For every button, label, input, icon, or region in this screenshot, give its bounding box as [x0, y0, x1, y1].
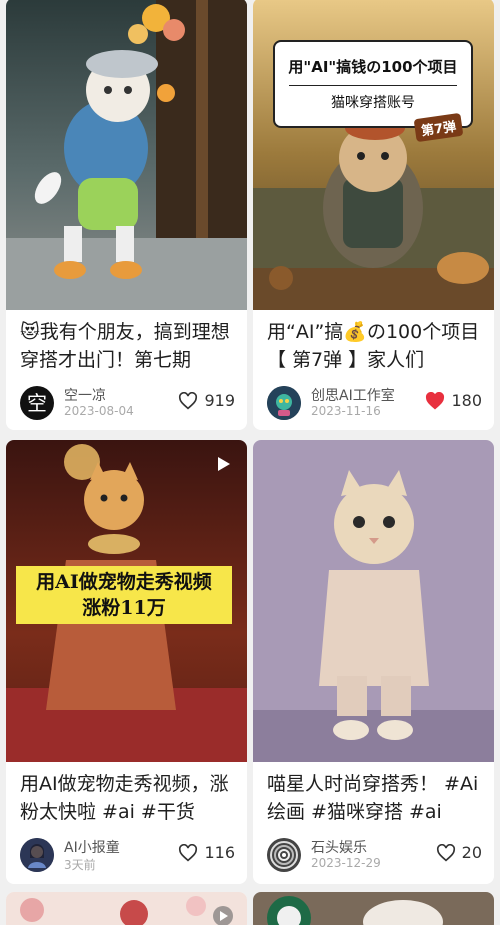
- banner-title: 用AI做宠物走秀视频: [36, 571, 212, 593]
- like-button[interactable]: 116: [178, 843, 235, 862]
- post-date: 3天前: [64, 858, 96, 872]
- heart-outline-icon: [179, 843, 198, 861]
- heart-outline-icon: [436, 843, 455, 861]
- feed-card-4[interactable]: 喵星人时尚穿搭秀！ #Ai绘画 #猫咪穿搭 #ai 石头娱乐 2023-12-2…: [253, 440, 494, 884]
- author-name[interactable]: 创思AI工作室: [311, 385, 395, 405]
- video-play-icon: [218, 457, 230, 471]
- banner-divider: [289, 85, 457, 86]
- author-row: 空 空一凉 2023-08-04 919: [20, 385, 235, 421]
- feed-card-1[interactable]: 😻我有个朋友，搞到理想穿搭才出门！第七期 空 空一凉 2023-08-04 91…: [6, 0, 247, 430]
- feed-card-3[interactable]: 用AI做宠物走秀视频 涨粉11万 用AI做宠物走秀视频，涨粉太快啦 #ai #干…: [6, 440, 247, 884]
- heart-outline-icon: [179, 391, 198, 409]
- video-play-icon: [213, 906, 233, 925]
- banner-subtitle: 涨粉11万: [82, 597, 166, 619]
- post-date: 2023-08-04: [64, 404, 134, 418]
- author-name[interactable]: 石头娱乐: [311, 837, 367, 857]
- cover-image-cat-suit[interactable]: [253, 440, 494, 762]
- feed-card-2[interactable]: 用"AI"搞钱の100个项目 猫咪穿搭账号 第7弹 用“AI”搞💰の100个项目…: [253, 0, 494, 430]
- card-title[interactable]: 喵星人时尚穿搭秀！ #Ai绘画 #猫咪穿搭 #ai: [267, 770, 484, 826]
- post-date: 2023-11-16: [311, 404, 381, 418]
- author-name[interactable]: AI小报童: [64, 837, 120, 857]
- spiral-avatar-icon: [267, 838, 301, 872]
- portrait-avatar-icon: [20, 838, 54, 872]
- cover-image-cat-denim[interactable]: [6, 0, 247, 310]
- author-row: 石头娱乐 2023-12-29 20: [267, 837, 482, 873]
- author-name[interactable]: 空一凉: [64, 385, 106, 405]
- cover-image-partial[interactable]: [253, 892, 494, 925]
- cover-banner: 用AI做宠物走秀视频 涨粉11万: [16, 566, 232, 624]
- banner-subtitle: 猫咪穿搭账号: [331, 95, 415, 111]
- avatar[interactable]: [267, 838, 301, 872]
- author-row: AI小报童 3天前 116: [20, 837, 235, 873]
- avatar[interactable]: [20, 838, 54, 872]
- feed-card-6[interactable]: [253, 892, 494, 925]
- robot-avatar-icon: [267, 386, 301, 420]
- feed-card-5[interactable]: [6, 892, 247, 925]
- avatar-letter: 空: [27, 391, 47, 415]
- heart-filled-icon: [426, 391, 445, 409]
- like-count: 180: [451, 391, 482, 410]
- like-button[interactable]: 919: [178, 391, 235, 410]
- cover-image-partial[interactable]: [6, 892, 247, 925]
- like-button[interactable]: 180: [425, 391, 482, 410]
- avatar[interactable]: [267, 386, 301, 420]
- like-count: 919: [204, 391, 235, 410]
- card-title[interactable]: 用“AI”搞💰の100个项目【 第7弹 】家人们: [267, 318, 484, 374]
- like-count: 116: [204, 843, 235, 862]
- card-title[interactable]: 用AI做宠物走秀视频，涨粉太快啦 #ai #干货: [20, 770, 237, 826]
- card-title[interactable]: 😻我有个朋友，搞到理想穿搭才出门！第七期: [20, 318, 237, 374]
- post-date: 2023-12-29: [311, 856, 381, 870]
- banner-title: 用"AI"搞钱の100个项目: [288, 58, 458, 76]
- like-button[interactable]: 20: [436, 843, 482, 862]
- avatar[interactable]: 空: [20, 386, 54, 420]
- like-count: 20: [461, 843, 482, 862]
- author-row: 创思AI工作室 2023-11-16 180: [267, 385, 482, 421]
